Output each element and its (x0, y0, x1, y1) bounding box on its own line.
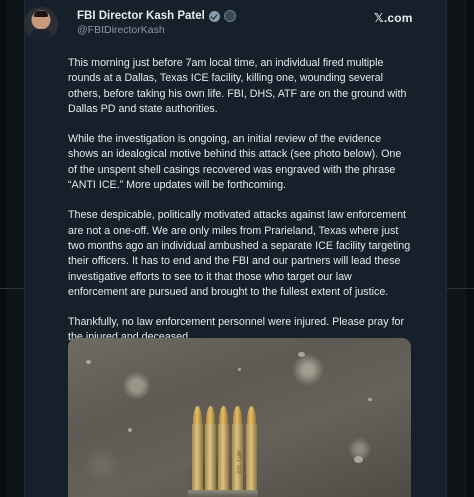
divider-left (0, 288, 24, 289)
tweet-paragraph: While the investigation is ongoing, an i… (68, 133, 402, 192)
shell-casings: ANTI ICE (188, 406, 262, 497)
photo-speck (368, 398, 372, 401)
tweet-text: This morning just before 7am local time,… (68, 56, 413, 361)
divider-right (447, 288, 474, 289)
photo-speck (128, 428, 132, 432)
cartridge-engraved: ANTI ICE (232, 406, 243, 497)
engraving-text: ANTI ICE (235, 450, 241, 475)
avatar-body (29, 29, 53, 41)
cartridge (205, 406, 216, 497)
photo-speck (354, 456, 363, 463)
tweet-photo[interactable]: ANTI ICE (68, 338, 411, 497)
cartridge (218, 406, 229, 497)
photo-speck (238, 368, 241, 371)
cartridge (246, 406, 257, 497)
author-name[interactable]: FBI Director Kash Patel (77, 10, 205, 22)
page-edge-right (467, 0, 474, 497)
photo-speck (86, 360, 91, 364)
verified-badge-icon (208, 10, 220, 22)
photo-speck (298, 352, 305, 357)
author-row: FBI Director Kash Patel (77, 10, 236, 22)
page-edge-left (0, 0, 7, 497)
stripper-clip (188, 490, 258, 497)
avatar-hair (34, 11, 48, 17)
avatar[interactable] (24, 7, 58, 41)
author-handle[interactable]: @FBIDirectorKash (77, 24, 165, 36)
cartridge (192, 406, 203, 497)
affiliate-badge-icon (223, 10, 236, 22)
tweet-paragraph: These despicable, politically motivated … (68, 209, 411, 298)
x-logo-icon[interactable]: 𝕏.com (374, 11, 413, 25)
tweet-paragraph: This morning just before 7am local time,… (68, 57, 407, 115)
